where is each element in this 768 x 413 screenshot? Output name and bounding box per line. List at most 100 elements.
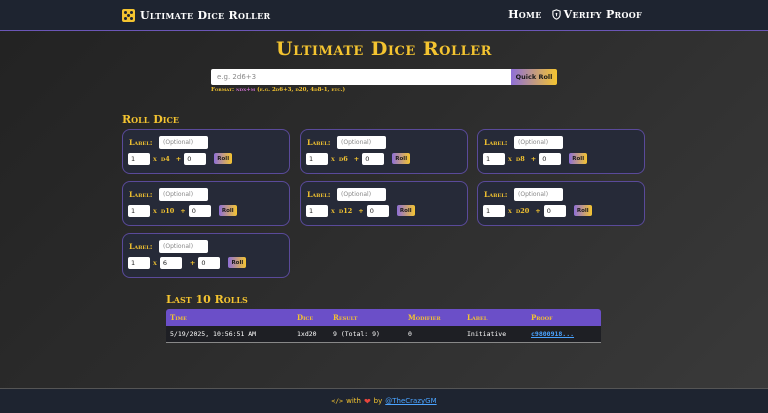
cell-time: 5/19/2025, 10:56:51 AM — [170, 330, 257, 338]
format-examples: (e.g. 2d6+3, d20, 4d8-1, etc.) — [257, 87, 346, 93]
label-input[interactable] — [514, 136, 563, 149]
count-input[interactable] — [483, 152, 505, 165]
modifier-input[interactable] — [184, 152, 207, 165]
format-prefix: Format: — [211, 87, 236, 93]
history-heading: Last 10 Rolls — [166, 293, 248, 306]
die-type: d4 — [160, 154, 170, 163]
table-row: 5/19/2025, 10:56:51 AM 1xd20 9 (Total: 9… — [166, 326, 601, 343]
column-header-modifier: Modifier — [408, 313, 441, 322]
label-caption: Label: — [484, 138, 508, 147]
modifier-input[interactable] — [188, 204, 211, 217]
roll-button[interactable]: Roll — [392, 153, 411, 164]
label-input[interactable] — [159, 240, 208, 253]
dice-card-d20: Label: x d20 + Roll — [477, 181, 645, 226]
times-sign: x — [153, 206, 157, 215]
dice-card-d6: Label: x d6 + Roll — [300, 129, 468, 174]
cell-label: Initiative — [467, 330, 507, 338]
plus-sign: + — [535, 206, 541, 215]
author-link[interactable]: @TheCrazyGM — [385, 397, 436, 405]
times-sign: x — [331, 154, 335, 163]
nav-links: Home Verify Proof — [498, 8, 642, 21]
table-header: Time Dice Result Modifier Label Proof — [166, 309, 601, 326]
column-header-proof: Proof — [531, 313, 553, 322]
times-sign: x — [153, 258, 157, 267]
plus-sign: + — [530, 154, 537, 163]
label-caption: Label: — [307, 138, 331, 147]
label-input[interactable] — [159, 188, 208, 201]
format-hint: Format: ndx+m (e.g. 2d6+3, d20, 4d8-1, e… — [211, 87, 345, 93]
label-input[interactable] — [159, 136, 208, 149]
label-caption: Label: — [129, 242, 153, 251]
count-input[interactable] — [306, 152, 328, 165]
column-header-dice: Dice — [297, 313, 314, 322]
cell-modifier: 0 — [408, 330, 412, 338]
die-type: d12 — [338, 206, 353, 215]
times-sign: x — [508, 154, 512, 163]
label-caption: Label: — [307, 190, 331, 199]
heart-icon: ❤ — [363, 396, 371, 406]
count-input[interactable] — [128, 204, 150, 217]
roll-button[interactable]: Roll — [218, 205, 237, 216]
label-caption: Label: — [129, 138, 153, 147]
dice-icon — [122, 8, 135, 22]
top-nav: Ultimate Dice Roller Home Verify Proof — [0, 0, 768, 31]
times-sign: x — [508, 206, 512, 215]
roll-button[interactable]: Roll — [396, 205, 415, 216]
die-type: d10 — [160, 206, 175, 215]
count-input[interactable] — [483, 204, 505, 217]
cell-dice: 1xd20 — [297, 330, 317, 338]
label-input[interactable] — [337, 136, 386, 149]
label-input[interactable] — [337, 188, 386, 201]
count-input[interactable] — [128, 256, 150, 269]
dice-card-d12: Label: x d12 + Roll — [300, 181, 468, 226]
page-title: Ultimate Dice Roller — [276, 38, 492, 60]
modifier-input[interactable] — [198, 256, 221, 269]
times-sign: x — [331, 206, 335, 215]
quick-roll-input[interactable] — [211, 69, 511, 85]
plus-sign: + — [189, 258, 196, 267]
die-type: d6 — [338, 154, 348, 163]
column-header-label: Label — [467, 313, 488, 322]
quick-roll-form: Quick Roll — [211, 69, 557, 85]
rolls-table: Time Dice Result Modifier Label Proof 5/… — [166, 309, 601, 343]
plus-sign: + — [358, 206, 364, 215]
cell-result: 9 (Total: 9) — [333, 330, 380, 338]
proof-link[interactable]: c9800918... — [531, 330, 601, 338]
times-sign: x — [153, 154, 157, 163]
roll-button[interactable]: Roll — [573, 205, 592, 216]
brand-title: Ultimate Dice Roller — [140, 8, 271, 22]
modifier-input[interactable] — [366, 204, 389, 217]
dice-card-custom: Label: x + Roll — [122, 233, 290, 278]
quick-roll-button[interactable]: Quick Roll — [511, 69, 557, 85]
brand[interactable]: Ultimate Dice Roller — [122, 7, 270, 23]
modifier-input[interactable] — [539, 152, 562, 165]
die-type: d8 — [515, 154, 525, 163]
nav-home-link[interactable]: Home — [508, 8, 542, 21]
label-caption: Label: — [484, 190, 508, 199]
dice-card-d8: Label: x d8 + Roll — [477, 129, 645, 174]
roll-button[interactable]: Roll — [228, 257, 247, 268]
nav-verify-proof-link[interactable]: Verify Proof — [551, 8, 642, 21]
roll-dice-heading: Roll Dice — [122, 113, 179, 126]
roll-button[interactable]: Roll — [569, 153, 588, 164]
label-caption: Label: — [129, 190, 153, 199]
count-input[interactable] — [128, 152, 150, 165]
column-header-result: Result — [333, 313, 358, 322]
modifier-input[interactable] — [543, 204, 566, 217]
footer: </> with ❤ by @TheCrazyGM — [0, 388, 768, 413]
plus-sign: + — [175, 154, 182, 163]
footer-with-text: with — [346, 397, 361, 405]
format-code: ndx+m — [235, 87, 256, 93]
count-input[interactable] — [306, 204, 328, 217]
shield-icon — [551, 9, 561, 20]
modifier-input[interactable] — [362, 152, 385, 165]
code-icon: </> — [331, 397, 344, 405]
dice-card-d4: Label: x d4 + Roll — [122, 129, 290, 174]
footer-by-text: by — [373, 397, 383, 405]
dice-card-d10: Label: x d10 + Roll — [122, 181, 290, 226]
plus-sign: + — [180, 206, 186, 215]
sides-input[interactable] — [159, 256, 182, 269]
label-input[interactable] — [514, 188, 563, 201]
plus-sign: + — [353, 154, 360, 163]
roll-button[interactable]: Roll — [214, 153, 233, 164]
